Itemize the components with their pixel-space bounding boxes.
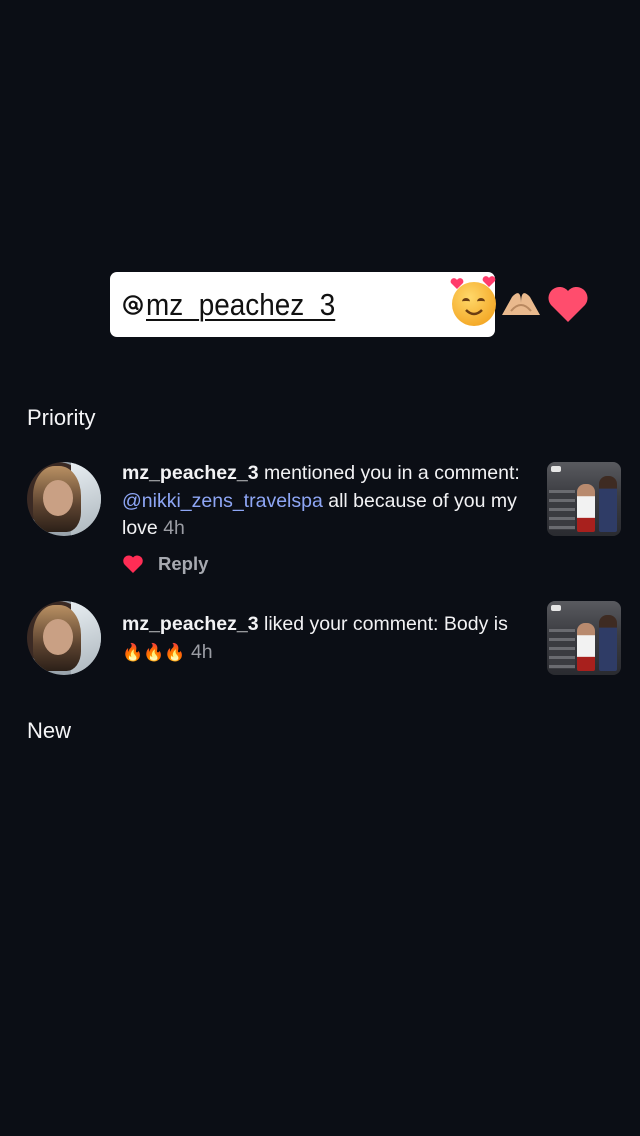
notification-username[interactable]: mz_peachez_3 bbox=[122, 613, 259, 635]
notification-username[interactable]: mz_peachez_3 bbox=[122, 462, 259, 484]
notification-time: 4h bbox=[190, 640, 213, 663]
fire-emoji: 🔥🔥🔥 bbox=[122, 642, 186, 662]
section-title-new: New bbox=[27, 718, 72, 743]
notification-time: 4h bbox=[163, 517, 185, 539]
avatar[interactable] bbox=[27, 462, 101, 536]
notification-text: mz_peachez_3 mentioned you in a comment:… bbox=[122, 460, 522, 543]
avatar[interactable] bbox=[27, 601, 101, 675]
reply-row: Reply bbox=[122, 553, 208, 575]
reply-button[interactable]: Reply bbox=[158, 553, 208, 575]
sticker-handle: mz_peachez_3 bbox=[146, 286, 336, 322]
threads-at-icon bbox=[123, 294, 143, 315]
post-thumbnail[interactable] bbox=[547, 462, 621, 536]
sticker-emojis bbox=[450, 276, 590, 326]
notification-text: mz_peachez_3 liked your comment: Body is… bbox=[122, 611, 522, 666]
notification-message: mentioned you in a comment: bbox=[258, 462, 520, 484]
mention-link[interactable]: @nikki_zens_travelspa bbox=[122, 490, 323, 512]
smiling-face-hearts-icon bbox=[450, 276, 496, 326]
mention-sticker[interactable]: mz_peachez_3 bbox=[110, 272, 588, 337]
section-title-priority: Priority bbox=[27, 405, 96, 430]
like-heart-icon[interactable] bbox=[122, 554, 144, 574]
heart-hands-icon bbox=[502, 293, 540, 315]
red-heart-icon bbox=[548, 286, 588, 322]
notification-message: liked your comment: Body is bbox=[258, 613, 508, 635]
post-thumbnail[interactable] bbox=[547, 601, 621, 675]
